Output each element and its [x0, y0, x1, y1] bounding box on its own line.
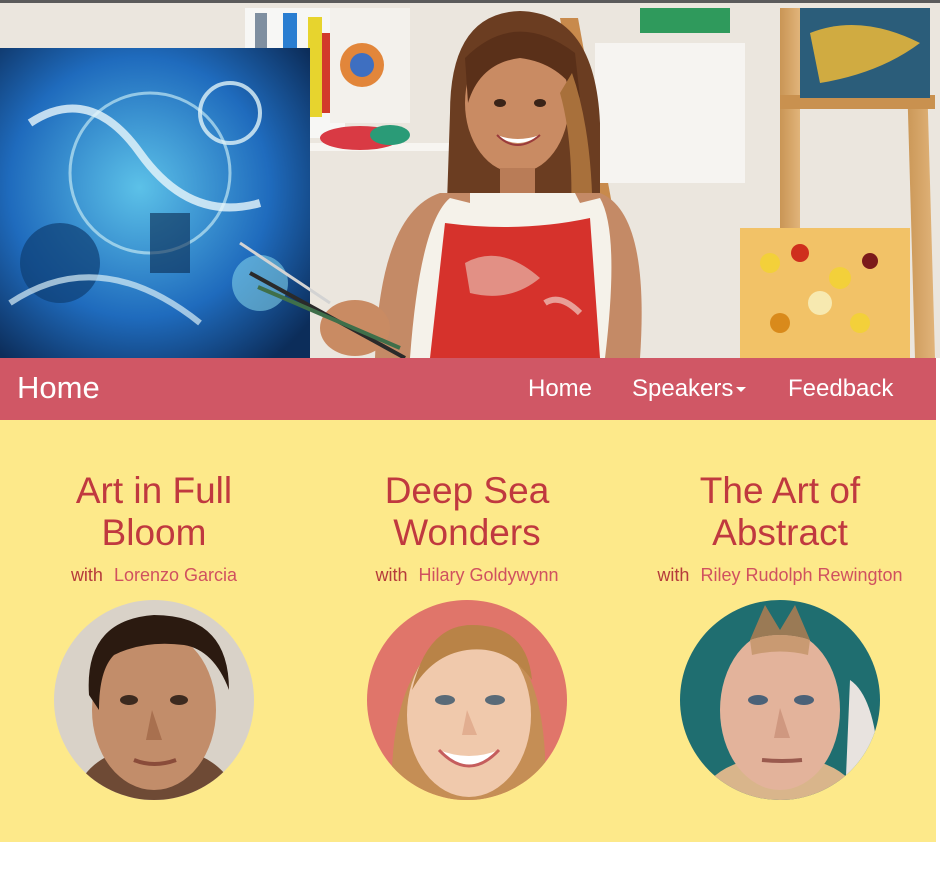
- navbar: Home Home Speakers Feedback: [0, 358, 936, 420]
- with-label: with: [70, 565, 103, 585]
- session-title-line: Bloom: [101, 512, 207, 553]
- speaker-avatar[interactable]: [680, 600, 880, 800]
- hero-banner-image: [0, 3, 940, 358]
- nav-link-speakers-label: Speakers: [632, 375, 734, 402]
- brand-home-link[interactable]: Home: [17, 370, 100, 406]
- speaker-portrait-icon: [367, 600, 567, 800]
- session-meta: with Riley Rudolph Rewington: [640, 564, 920, 586]
- session-title-line: Abstract: [712, 512, 848, 553]
- session-title: Art in Full Bloom: [14, 470, 294, 554]
- with-label: with: [657, 565, 690, 585]
- speaker-avatar[interactable]: [367, 600, 567, 800]
- nav-dropdown-speakers[interactable]: Speakers: [632, 374, 747, 404]
- with-label: with: [375, 565, 408, 585]
- speaker-link[interactable]: Hilary Goldywynn: [418, 565, 558, 585]
- caret-down-icon: [736, 387, 747, 393]
- speaker-portrait-icon: [680, 600, 880, 800]
- sessions-section: Art in Full Bloom with Lorenzo Garcia De…: [0, 420, 936, 842]
- session-title: The Art of Abstract: [640, 470, 920, 554]
- session-title-line: Wonders: [393, 512, 541, 553]
- hero-illustration: [0, 3, 940, 358]
- speaker-link[interactable]: Lorenzo Garcia: [114, 565, 237, 585]
- speaker-link[interactable]: Riley Rudolph Rewington: [700, 565, 902, 585]
- session-title-line: Deep Sea: [384, 470, 550, 511]
- nav-link-feedback[interactable]: Feedback: [788, 374, 893, 404]
- session-meta: with Lorenzo Garcia: [14, 564, 294, 586]
- session-title-line: Art in Full: [75, 470, 233, 511]
- session-title: Deep Sea Wonders: [327, 470, 607, 554]
- session-card: Art in Full Bloom with Lorenzo Garcia: [14, 470, 294, 800]
- speaker-portrait-icon: [54, 600, 254, 800]
- speaker-avatar[interactable]: [54, 600, 254, 800]
- session-meta: with Hilary Goldywynn: [327, 564, 607, 586]
- session-card: The Art of Abstract with Riley Rudolph R…: [640, 470, 920, 800]
- session-title-line: The Art of: [699, 470, 861, 511]
- session-card: Deep Sea Wonders with Hilary Goldywynn: [327, 470, 607, 800]
- nav-link-home[interactable]: Home: [528, 374, 592, 404]
